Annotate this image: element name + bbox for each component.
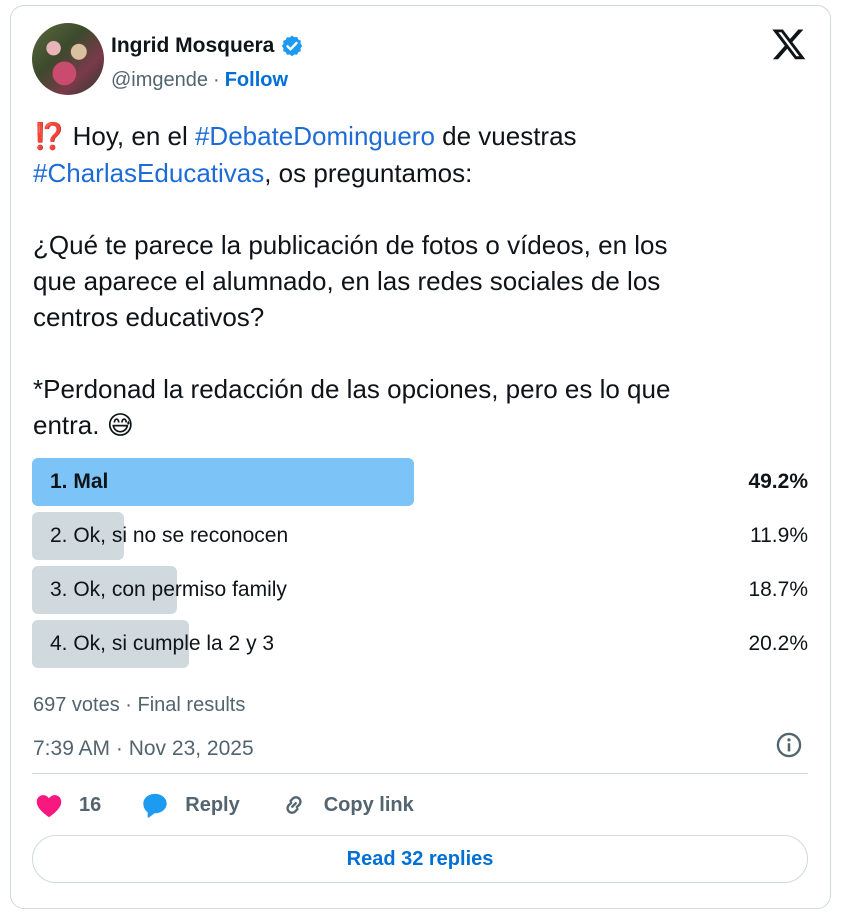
poll-option: 1. Mal 49.2% [32,458,808,506]
author-name-row: Ingrid Mosquera [111,34,304,58]
link-icon [280,791,324,819]
poll: 1. Mal 49.2% 2. Ok, si no se reconocen 1… [32,458,808,674]
poll-option-label: 2. Ok, si no se reconocen [50,524,289,547]
copy-link-label: Copy link [323,793,414,816]
tweet-text-part: de vuestras [442,121,577,151]
hashtag-charlas-educativas[interactable]: #CharlasEducativas [33,158,264,188]
poll-option-label: 4. Ok, si cumple la 2 y 3 [50,632,275,655]
separator-dot: · [213,69,220,91]
author-handle[interactable]: @imgende [111,69,208,91]
like-count: 16 [79,793,102,816]
author-handle-row: @imgende · Follow [111,69,288,92]
poll-option: 4. Ok, si cumple la 2 y 3 20.2% [32,620,808,668]
divider [32,773,808,774]
poll-option-percent: 11.9% [750,524,808,547]
info-icon[interactable] [775,731,803,759]
reply-button[interactable]: Reply [141,791,240,819]
follow-link[interactable]: Follow [225,69,288,91]
interrobang-emoji: ⁉️ [33,122,66,152]
tweet-text-part: , os preguntamos: ¿Qué te parece la publ… [33,158,671,440]
action-bar: 16 Reply Copy link [35,791,454,819]
poll-option: 2. Ok, si no se reconocen 11.9% [32,512,808,560]
tweet-card: Ingrid Mosquera @imgende · Follow ⁉️ Hoy, … [10,5,831,909]
timestamp[interactable]: 7:39 AM · Nov 23, 2025 [33,737,254,761]
poll-option-label: 1. Mal [50,470,109,493]
tweet-text-part: Hoy, en el [65,121,195,151]
like-button[interactable]: 16 [35,792,101,818]
author-name[interactable]: Ingrid Mosquera [111,34,274,58]
poll-option-percent: 49.2% [748,470,808,493]
avatar[interactable] [32,23,104,95]
x-logo-icon[interactable] [771,26,807,62]
poll-option-percent: 20.2% [748,632,808,655]
verified-badge-icon [280,34,304,58]
copy-link-button[interactable]: Copy link [280,791,414,819]
poll-summary: 697 votes · Final results [33,694,246,716]
read-replies-button[interactable]: Read 32 replies [32,835,808,883]
tweet-text: ⁉️ Hoy, en el #DebateDominguero de vuest… [33,118,813,444]
reply-bubble-icon [141,791,185,819]
poll-option-label: 3. Ok, con permiso family [50,578,287,601]
poll-option: 3. Ok, con permiso family 18.7% [32,566,808,614]
poll-option-percent: 18.7% [748,578,808,601]
hashtag-debate-dominguero[interactable]: #DebateDominguero [195,121,435,151]
heart-icon [35,792,79,818]
reply-label: Reply [185,793,240,816]
sweat-smile-emoji: 😅 [106,411,134,441]
